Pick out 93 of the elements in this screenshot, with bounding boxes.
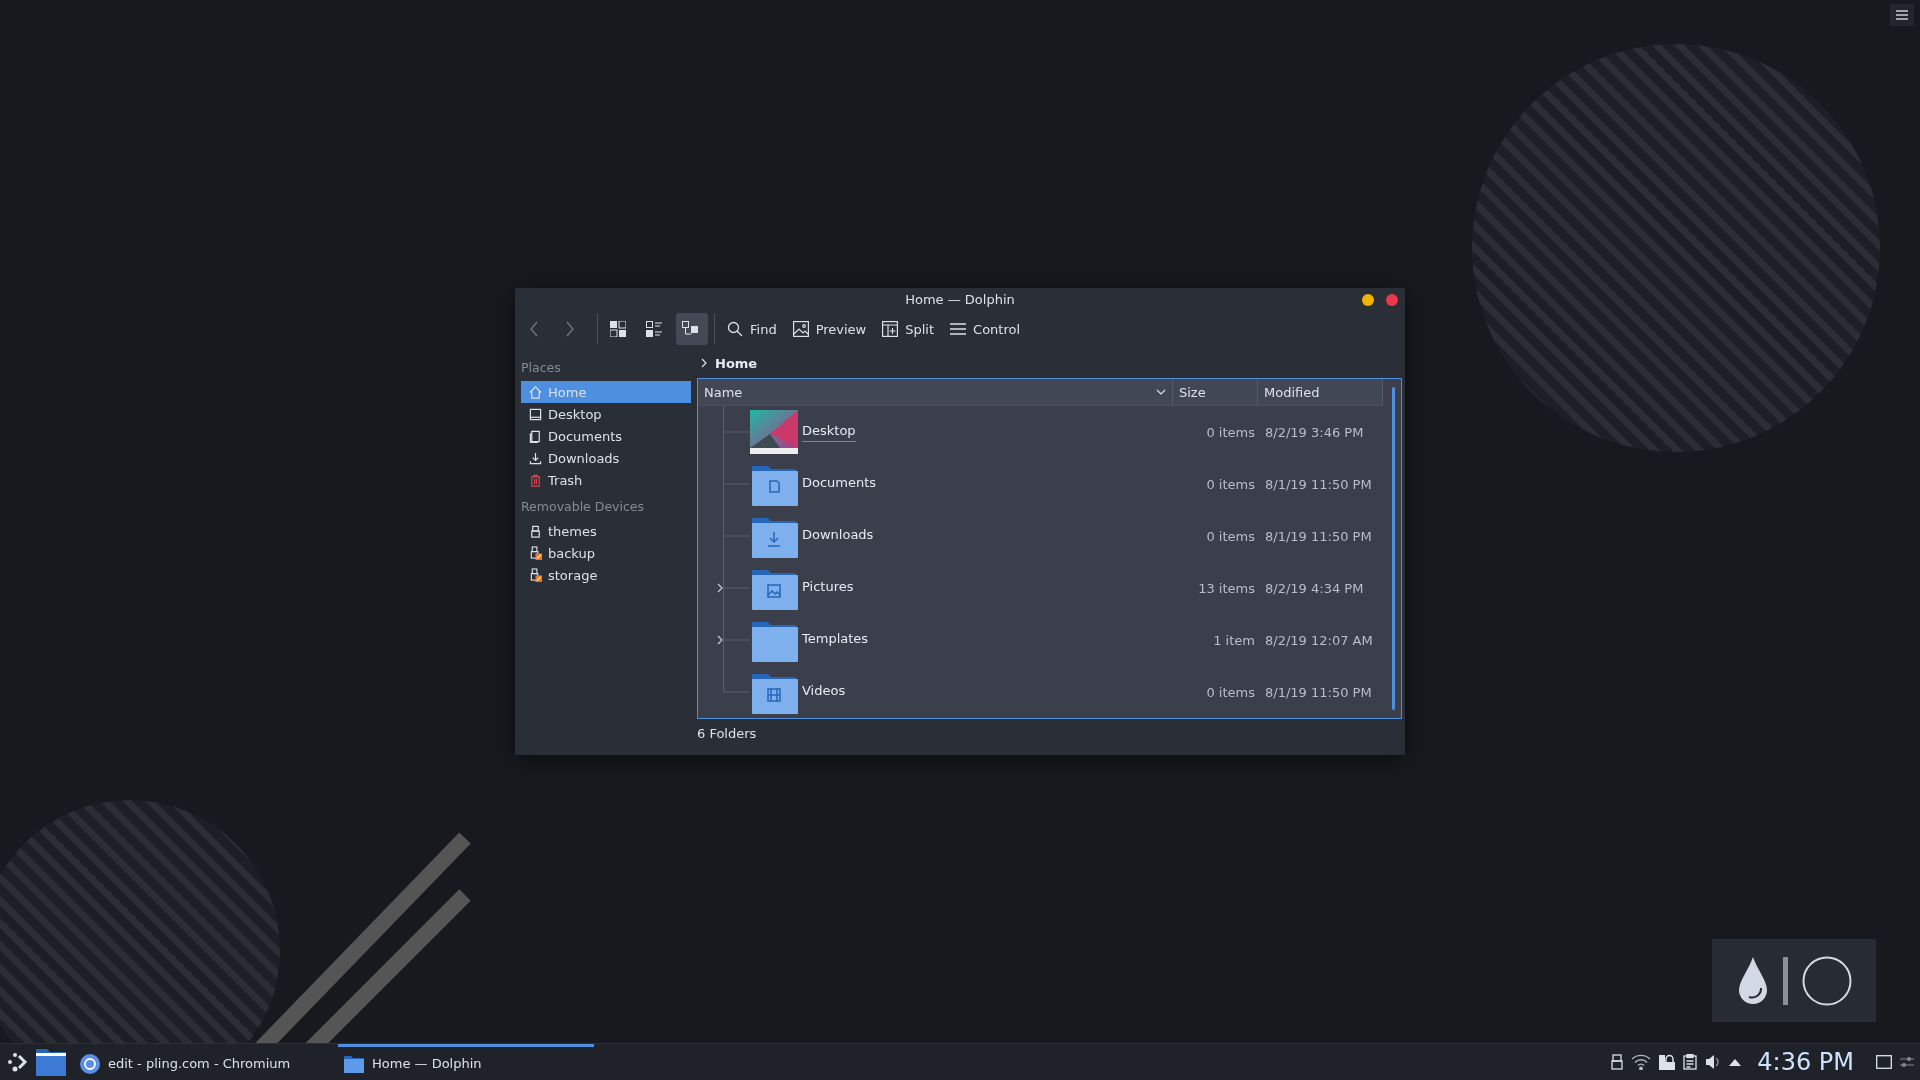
grid-icon (610, 321, 626, 337)
find-button[interactable]: Find (721, 313, 783, 345)
scrollbar[interactable] (1392, 387, 1395, 710)
sliders-icon[interactable] (1900, 1056, 1914, 1068)
water-drop-icon (1736, 956, 1769, 1005)
trash-icon (529, 473, 542, 487)
vertical-bar-icon (1782, 956, 1788, 1005)
modified-cell-text: 8/1/19 11:50 PM (1265, 476, 1373, 492)
image-icon (792, 321, 809, 337)
preview-button[interactable]: Preview (786, 313, 873, 345)
document-icon (529, 429, 542, 443)
show-desktop-icon[interactable] (1876, 1055, 1892, 1069)
file-name[interactable]: Templates (802, 630, 869, 650)
column-header[interactable]: Modified (1258, 379, 1383, 405)
tree-line (723, 562, 750, 614)
home-icon (529, 385, 542, 399)
caret-up-icon[interactable] (1729, 1058, 1742, 1066)
split-icon (882, 321, 899, 337)
sidebar-label: Desktop (548, 406, 602, 422)
window-title: Home — Dolphin (905, 291, 1015, 307)
sidebar-label: themes (548, 523, 597, 539)
menu-button[interactable] (1890, 4, 1914, 26)
modified-cell-text: 8/2/19 3:46 PM (1265, 424, 1365, 440)
modified-cell-text: 8/2/19 4:34 PM (1265, 580, 1365, 596)
chevron-down-icon (1156, 389, 1166, 395)
sidebar-label: Downloads (548, 450, 620, 466)
browser-icon (80, 1053, 100, 1074)
modified-cell-text: 8/2/19 12:07 AM (1265, 632, 1374, 648)
lock-icon[interactable] (1659, 1054, 1676, 1070)
size-cell-text: 0 items (1205, 424, 1256, 440)
tree-line (723, 458, 750, 510)
list-icon (646, 321, 662, 337)
monitor-icon (529, 407, 542, 421)
clock[interactable]: 4:36 PM (1757, 1048, 1854, 1076)
menu-icon (950, 322, 967, 336)
sidebar-item[interactable]: Desktop (521, 403, 691, 425)
sidebar-item[interactable]: Trash (521, 469, 691, 491)
task-button[interactable]: Home — Dolphin (338, 1044, 594, 1080)
size-cell-text: 0 items (1205, 528, 1256, 544)
back-icon (529, 321, 539, 337)
sidebar-label: Home (548, 384, 587, 400)
sidebar-item[interactable]: backup (521, 542, 691, 564)
size-cell-text: 0 items (1205, 684, 1256, 700)
close-button[interactable] (1386, 294, 1398, 306)
file-name[interactable]: Documents (802, 474, 877, 494)
search-icon (727, 321, 743, 337)
download-icon (529, 451, 542, 465)
sidebar-label: storage (548, 567, 598, 583)
sidebar-item[interactable]: storage (521, 564, 691, 586)
column-header[interactable]: Name (698, 379, 1173, 405)
column-header[interactable]: Size (1173, 379, 1258, 405)
sidebar-label: backup (548, 545, 595, 561)
section-heading: Places (521, 359, 562, 377)
usb-drive-icon[interactable] (1611, 1054, 1624, 1070)
tree-line (723, 510, 750, 562)
file-name[interactable]: Desktop (802, 422, 856, 442)
control-button[interactable]: Control (944, 313, 1027, 345)
sidebar-item[interactable]: themes (521, 520, 691, 542)
sidebar-label: Trash (548, 472, 583, 488)
size-cell-text: 1 item (1212, 632, 1256, 648)
details-view-button[interactable] (676, 313, 708, 345)
file-name[interactable]: Videos (802, 682, 846, 702)
file-name[interactable]: Downloads (802, 526, 874, 546)
modified-cell-text: 8/1/19 11:50 PM (1265, 684, 1373, 700)
file-name[interactable]: Pictures (802, 578, 854, 598)
chevron-right-icon (701, 358, 707, 368)
size-cell-text: 13 items (1197, 580, 1256, 596)
usb-drive-icon (529, 546, 542, 560)
size-cell-text: 0 items (1205, 476, 1256, 492)
usb-drive-icon (529, 524, 542, 538)
circle-icon (1801, 955, 1852, 1006)
wifi-icon[interactable] (1631, 1054, 1652, 1070)
tree-view-icon (682, 321, 698, 337)
wallpaper-thumbnail-icon (750, 410, 798, 454)
tree-line (723, 406, 750, 458)
task-button[interactable]: edit - pling.com - Chromium (74, 1044, 330, 1080)
usb-drive-icon (529, 568, 542, 582)
menu-icon (1896, 10, 1908, 20)
sidebar-item[interactable]: Downloads (521, 447, 691, 469)
folder-icon (344, 1054, 364, 1073)
section-heading: Removable Devices (521, 498, 646, 516)
sidebar-label: Documents (548, 428, 623, 444)
forward-icon (565, 321, 575, 337)
clipboard-icon[interactable] (1683, 1054, 1698, 1070)
sidebar-item[interactable]: Documents (521, 425, 691, 447)
split-button[interactable]: Split (876, 313, 941, 345)
breadcrumb-link[interactable]: Home (715, 355, 758, 371)
status-text: 6 Folders (697, 725, 757, 741)
folder-icon[interactable] (36, 1048, 66, 1076)
speaker-icon[interactable] (1705, 1054, 1722, 1070)
launcher-icon[interactable] (6, 1051, 28, 1073)
minimize-button[interactable] (1362, 294, 1374, 306)
modified-cell-text: 8/1/19 11:50 PM (1265, 528, 1373, 544)
